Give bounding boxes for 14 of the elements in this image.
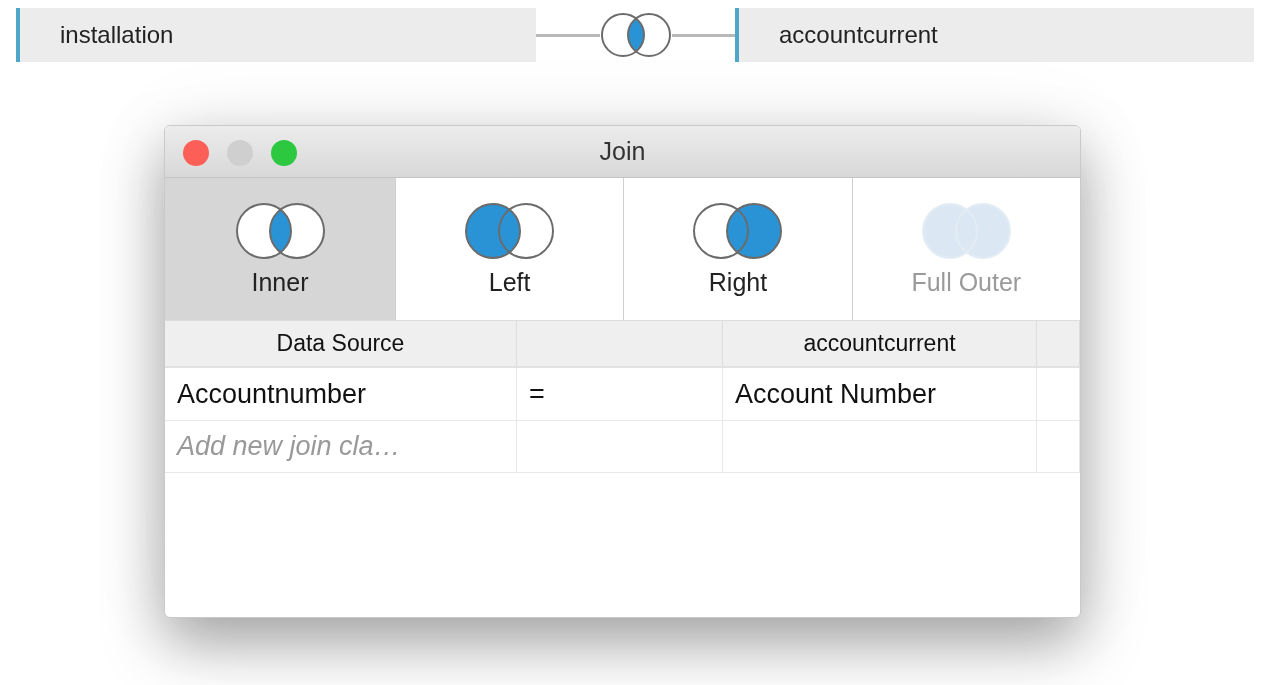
window-title: Join bbox=[599, 137, 646, 166]
table-cell[interactable]: Account Number bbox=[723, 368, 1037, 421]
table-cell[interactable]: = bbox=[517, 368, 723, 421]
table-cell bbox=[1037, 421, 1080, 473]
table-cell[interactable]: Accountnumber bbox=[165, 368, 517, 421]
minimize-button[interactable] bbox=[227, 140, 253, 166]
table-cell bbox=[1037, 368, 1080, 421]
close-button[interactable] bbox=[183, 140, 209, 166]
table-pill[interactable]: accountcurrent bbox=[735, 8, 1254, 62]
column-header: Data Source bbox=[165, 321, 517, 368]
table-pill[interactable]: installation bbox=[16, 8, 536, 62]
column-header: accountcurrent bbox=[723, 321, 1037, 368]
join-type-button[interactable]: Inner bbox=[165, 178, 396, 320]
zoom-button[interactable] bbox=[271, 140, 297, 166]
